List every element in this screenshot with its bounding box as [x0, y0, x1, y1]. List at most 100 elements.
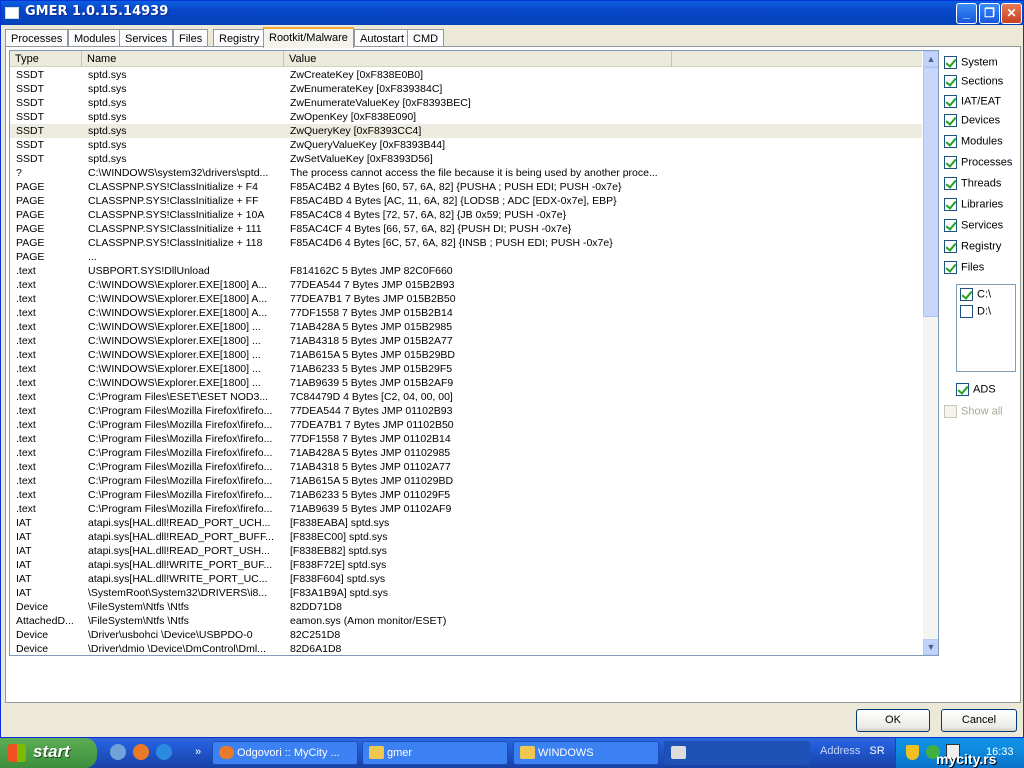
- drive-list[interactable]: C:\ D:\: [956, 284, 1016, 372]
- table-row[interactable]: .text USBPORT.SYS!DllUnload F814162C 5 Byt…: [10, 264, 922, 278]
- table-row[interactable]: .text C:\Program Files\Mozilla Firefox\fi…: [10, 418, 922, 432]
- option-system[interactable]: System: [944, 56, 998, 72]
- table-row[interactable]: IAT atapi.sys[HAL.dll!WRITE_PORT_UC... [F8…: [10, 572, 922, 586]
- column-header-type[interactable]: Type: [10, 51, 82, 67]
- table-row[interactable]: .text C:\Program Files\Mozilla Firefox\fi…: [10, 474, 922, 488]
- table-row[interactable]: IAT atapi.sys[HAL.dll!READ_PORT_BUFF... [F…: [10, 530, 922, 544]
- option-registry[interactable]: Registry: [944, 240, 1001, 256]
- option-processes[interactable]: Processes: [944, 156, 1012, 172]
- ok-button[interactable]: OK: [856, 709, 930, 732]
- tab-rootkit-malware[interactable]: Rootkit/Malware: [263, 27, 354, 48]
- security-shield-icon[interactable]: [906, 745, 919, 760]
- vertical-scrollbar[interactable]: ▲ ▼: [923, 51, 938, 655]
- table-row[interactable]: IAT atapi.sys[HAL.dll!READ_PORT_USH... [F8…: [10, 544, 922, 558]
- table-row[interactable]: .text C:\Program Files\Mozilla Firefox\fi…: [10, 502, 922, 516]
- option-iat-eat[interactable]: IAT/EAT: [944, 95, 1001, 111]
- checkbox-icon[interactable]: [956, 383, 969, 396]
- address-toolbar[interactable]: Address SR: [820, 745, 885, 757]
- table-row[interactable]: .text C:\Program Files\Mozilla Firefox\fi…: [10, 488, 922, 502]
- table-row[interactable]: .text C:\Program Files\Mozilla Firefox\fi…: [10, 404, 922, 418]
- scroll-thumb[interactable]: [923, 67, 938, 317]
- minimize-button[interactable]: _: [956, 3, 977, 24]
- close-button[interactable]: ✕: [1001, 3, 1022, 24]
- checkbox-icon[interactable]: [944, 75, 957, 88]
- table-row[interactable]: .text C:\Program Files\Mozilla Firefox\fi…: [10, 446, 922, 460]
- table-row[interactable]: SSDT sptd.sys ZwEnumerateKey [0xF839384C]: [10, 82, 922, 96]
- table-row[interactable]: .text C:\Program Files\Mozilla Firefox\fi…: [10, 432, 922, 446]
- checkbox-icon[interactable]: [944, 261, 957, 274]
- checkbox-icon[interactable]: [944, 95, 957, 108]
- option-devices[interactable]: Devices: [944, 114, 1000, 130]
- scroll-up-icon[interactable]: ▲: [923, 51, 938, 67]
- start-button[interactable]: start: [0, 738, 97, 768]
- table-row[interactable]: IAT atapi.sys[HAL.dll!WRITE_PORT_BUF... [F…: [10, 558, 922, 572]
- option-libraries[interactable]: Libraries: [944, 198, 1003, 214]
- language-indicator[interactable]: SR: [869, 745, 884, 757]
- table-row[interactable]: .text C:\WINDOWS\Explorer.EXE[1800] ... 71…: [10, 320, 922, 334]
- table-row[interactable]: Device \Driver\dmio \Device\DmControl\Dml…: [10, 642, 922, 655]
- table-row[interactable]: SSDT sptd.sys ZwSetValueKey [0xF8393D56]: [10, 152, 922, 166]
- table-row[interactable]: .text C:\WINDOWS\Explorer.EXE[1800] ... 71…: [10, 376, 922, 390]
- checkbox-icon[interactable]: [960, 305, 973, 318]
- option-modules[interactable]: Modules: [944, 135, 1003, 151]
- column-header-value[interactable]: Value: [284, 51, 672, 67]
- checkbox-icon[interactable]: [944, 56, 957, 69]
- drive-item[interactable]: D:\: [960, 305, 991, 318]
- option-sections[interactable]: Sections: [944, 75, 1003, 91]
- table-row[interactable]: PAGE CLASSPNP.SYS!ClassInitialize + 111 F8…: [10, 222, 922, 236]
- checkbox-icon[interactable]: [944, 219, 957, 232]
- checkbox-icon[interactable]: [960, 288, 973, 301]
- table-row[interactable]: IAT atapi.sys[HAL.dll!READ_PORT_UCH... [F8…: [10, 516, 922, 530]
- task-firefox[interactable]: Odgovori :: MyCity ...: [212, 741, 358, 765]
- task-gmer-app[interactable]: [664, 741, 810, 765]
- table-row[interactable]: PAGE CLASSPNP.SYS!ClassInitialize + 10A F8…: [10, 208, 922, 222]
- system-tray: 16:33 mycity.rs: [895, 738, 1024, 768]
- table-row[interactable]: .text C:\Program Files\ESET\ESET NOD3... 7…: [10, 390, 922, 404]
- checkbox-icon[interactable]: [944, 156, 957, 169]
- restore-button[interactable]: ❐: [979, 3, 1000, 24]
- table-row[interactable]: SSDT sptd.sys ZwQueryKey [0xF8393CC4]: [10, 124, 922, 138]
- title-bar[interactable]: GMER 1.0.15.14939 _ ❐ ✕: [1, 1, 1023, 25]
- scroll-down-icon[interactable]: ▼: [923, 639, 938, 655]
- table-row[interactable]: SSDT sptd.sys ZwQueryValueKey [0xF8393B44]: [10, 138, 922, 152]
- option-services[interactable]: Services: [944, 219, 1003, 235]
- table-row[interactable]: PAGE CLASSPNP.SYS!ClassInitialize + 118 F8…: [10, 236, 922, 250]
- table-row[interactable]: Device \Driver\usbohci \Device\USBPDO-0 82…: [10, 628, 922, 642]
- task-windows-folder[interactable]: WINDOWS: [513, 741, 659, 765]
- checkbox-icon[interactable]: [944, 177, 957, 190]
- table-row[interactable]: SSDT sptd.sys ZwOpenKey [0xF838E090]: [10, 110, 922, 124]
- table-row[interactable]: Device \FileSystem\Ntfs \Ntfs 82DD71D8: [10, 600, 922, 614]
- option-threads[interactable]: Threads: [944, 177, 1001, 193]
- table-row[interactable]: PAGE CLASSPNP.SYS!ClassInitialize + F4 F85…: [10, 180, 922, 194]
- firefox-icon[interactable]: [133, 744, 149, 760]
- table-row[interactable]: .text C:\WINDOWS\Explorer.EXE[1800] ... 71…: [10, 348, 922, 362]
- cancel-button[interactable]: Cancel: [941, 709, 1017, 732]
- table-row[interactable]: .text C:\Program Files\Mozilla Firefox\fi…: [10, 460, 922, 474]
- results-list[interactable]: Type Name Value SSDT sptd.sys ZwCreateKey …: [9, 50, 939, 656]
- cell-name: C:\Program Files\Mozilla Firefox\firefo.…: [88, 433, 273, 445]
- table-row[interactable]: IAT \SystemRoot\System32\DRIVERS\i8... [F8…: [10, 586, 922, 600]
- internet-explorer-icon[interactable]: [156, 744, 172, 760]
- checkbox-icon[interactable]: [944, 135, 957, 148]
- column-header-name[interactable]: Name: [82, 51, 284, 67]
- option-files[interactable]: Files: [944, 261, 984, 277]
- table-row[interactable]: AttachedD... \FileSystem\Ntfs \Ntfs eamon.…: [10, 614, 922, 628]
- checkbox-icon[interactable]: [944, 240, 957, 253]
- table-row[interactable]: ? C:\WINDOWS\system32\drivers\sptd... The …: [10, 166, 922, 180]
- drive-item[interactable]: C:\: [960, 288, 991, 301]
- ads-checkbox[interactable]: ADS: [956, 383, 996, 399]
- show-desktop-icon[interactable]: [110, 744, 126, 760]
- table-row[interactable]: PAGE CLASSPNP.SYS!ClassInitialize + FF F85…: [10, 194, 922, 208]
- table-row[interactable]: SSDT sptd.sys ZwEnumerateValueKey [0xF8393…: [10, 96, 922, 110]
- table-row[interactable]: .text C:\WINDOWS\Explorer.EXE[1800] A... 7…: [10, 292, 922, 306]
- table-row[interactable]: .text C:\WINDOWS\Explorer.EXE[1800] ... 71…: [10, 334, 922, 348]
- table-row[interactable]: .text C:\WINDOWS\Explorer.EXE[1800] ... 71…: [10, 362, 922, 376]
- table-row[interactable]: PAGE...: [10, 250, 922, 264]
- checkbox-icon[interactable]: [944, 198, 957, 211]
- table-row[interactable]: .text C:\WINDOWS\Explorer.EXE[1800] A... 7…: [10, 278, 922, 292]
- checkbox-icon[interactable]: [944, 114, 957, 127]
- table-row[interactable]: .text C:\WINDOWS\Explorer.EXE[1800] A... 7…: [10, 306, 922, 320]
- table-row[interactable]: SSDT sptd.sys ZwCreateKey [0xF838E0B0]: [10, 68, 922, 82]
- task-gmer-folder[interactable]: gmer: [362, 741, 508, 765]
- quicklaunch-more-icon[interactable]: »: [190, 744, 206, 760]
